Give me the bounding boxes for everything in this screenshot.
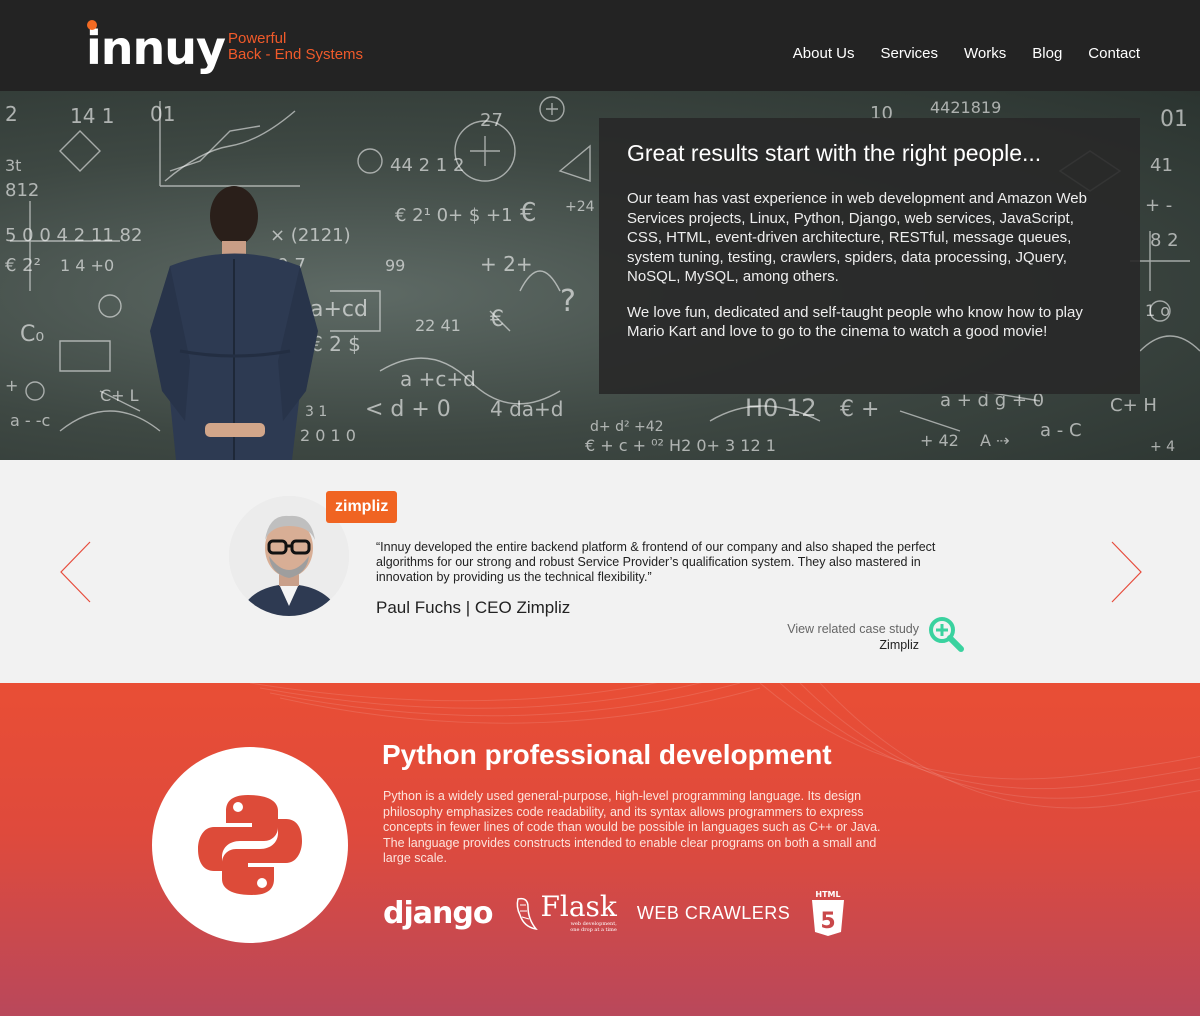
tagline-line2: Back - End Systems bbox=[228, 46, 364, 63]
svg-text:€ 2¹ 0+ $ +1: € 2¹ 0+ $ +1 bbox=[395, 205, 513, 226]
svg-text:99: 99 bbox=[385, 256, 405, 275]
svg-text:4421819: 4421819 bbox=[930, 98, 1001, 117]
svg-text:8 2: 8 2 bbox=[1150, 230, 1179, 251]
svg-text:+: + bbox=[5, 376, 18, 395]
html5-number: 5 bbox=[821, 909, 836, 934]
hero-text-box: Great results start with the right peopl… bbox=[599, 118, 1140, 394]
python-section-title: Python professional development bbox=[382, 739, 832, 770]
svg-text:d+ d² +42: d+ d² +42 bbox=[590, 419, 664, 435]
tagline-line1: Powerful bbox=[228, 30, 287, 47]
svg-text:a - -c: a - -c bbox=[10, 411, 50, 430]
svg-text:C+ L: C+ L bbox=[100, 386, 139, 405]
svg-text:€: € bbox=[520, 198, 537, 228]
svg-text:+ 42: + 42 bbox=[920, 431, 959, 450]
svg-text:2 0 1 0: 2 0 1 0 bbox=[300, 426, 356, 445]
tagline: Powerful Back - End Systems bbox=[228, 31, 363, 63]
svg-text:3 1: 3 1 bbox=[305, 404, 327, 420]
chevron-right-icon[interactable] bbox=[1104, 540, 1144, 604]
nav-contact[interactable]: Contact bbox=[1088, 45, 1140, 62]
svg-text:+ -: + - bbox=[1145, 195, 1172, 216]
svg-text:C₀: C₀ bbox=[20, 322, 44, 347]
svg-text:3t: 3t bbox=[5, 156, 21, 175]
svg-text:01: 01 bbox=[1160, 107, 1188, 132]
html5-label: HTML bbox=[816, 890, 841, 899]
logo-dot bbox=[87, 20, 97, 30]
testimonial-slider: zimpliz “Innuy developed the entire back… bbox=[0, 460, 1200, 683]
main-nav: About Us Services Works Blog Contact bbox=[793, 45, 1140, 62]
svg-text:4 da+d: 4 da+d bbox=[490, 397, 564, 421]
hero-title: Great results start with the right peopl… bbox=[627, 140, 1042, 166]
chevron-left-icon[interactable] bbox=[58, 540, 98, 604]
svg-text:< d + 0: < d + 0 bbox=[365, 397, 451, 422]
logo-text: innuy bbox=[86, 21, 226, 75]
case-study-name[interactable]: Zimpliz bbox=[787, 637, 919, 653]
site-header: innuy Powerful Back - End Systems About … bbox=[0, 0, 1200, 91]
tech-logos-row: django Flask web development, one drop a… bbox=[383, 887, 846, 939]
svg-text:5 0 0 4 2 11 82: 5 0 0 4 2 11 82 bbox=[5, 225, 142, 246]
svg-text:× (2121): × (2121) bbox=[270, 225, 351, 246]
svg-text:44 2 1 2: 44 2 1 2 bbox=[390, 155, 464, 176]
svg-text:€ 2 $: € 2 $ bbox=[310, 332, 361, 356]
testimonial-quote: “Innuy developed the entire backend plat… bbox=[376, 540, 936, 584]
web-crawlers-label: WEB CRAWLERS bbox=[636, 902, 791, 923]
svg-text:01: 01 bbox=[150, 102, 175, 126]
company-badge-zimpliz: zimpliz bbox=[326, 491, 398, 523]
svg-text:€ 2²: € 2² bbox=[5, 255, 41, 276]
svg-text:€ +: € + bbox=[840, 397, 879, 422]
hero-paragraph-1: Our team has vast experience in web deve… bbox=[627, 190, 1087, 285]
python-logo-circle bbox=[152, 747, 348, 943]
testimonial-author: Paul Fuchs | CEO Zimpliz bbox=[376, 598, 571, 617]
svg-text:a - C: a - C bbox=[1040, 420, 1082, 441]
flask-word: Flask bbox=[540, 890, 617, 923]
svg-text:1 o: 1 o bbox=[1145, 301, 1170, 320]
svg-text:1 4 +0: 1 4 +0 bbox=[60, 256, 114, 275]
innuy-logo[interactable]: innuy bbox=[86, 20, 226, 76]
svg-text:a+cd: a+cd bbox=[310, 297, 368, 322]
django-logo: django bbox=[383, 895, 493, 931]
flask-logo: Flask web development, one drop at a tim… bbox=[514, 890, 617, 933]
svg-text:€: € bbox=[490, 307, 504, 332]
python-logo-icon bbox=[198, 795, 302, 895]
svg-text:41: 41 bbox=[1150, 155, 1173, 176]
python-section: Python professional development Python i… bbox=[0, 683, 1200, 1016]
hero-paragraph-2: We love fun, dedicated and self-taught p… bbox=[627, 303, 1083, 341]
svg-text:22 41: 22 41 bbox=[415, 316, 461, 335]
zoom-plus-icon[interactable] bbox=[927, 615, 965, 653]
svg-text:?: ? bbox=[560, 284, 576, 319]
hero-banner: 2 14 1 01 27 10 4421819 01 3t 812 5 0 0 … bbox=[0, 91, 1200, 460]
svg-text:H0 12: H0 12 bbox=[745, 394, 816, 422]
nav-works[interactable]: Works bbox=[964, 45, 1006, 62]
svg-text:C+ H: C+ H bbox=[1110, 395, 1157, 416]
svg-text:+ 2+: + 2+ bbox=[480, 252, 533, 276]
svg-text:812: 812 bbox=[5, 180, 39, 201]
svg-text:+ 4: + 4 bbox=[1150, 439, 1175, 455]
svg-text:27: 27 bbox=[480, 110, 503, 131]
svg-text:+24: +24 bbox=[565, 199, 595, 215]
nav-services[interactable]: Services bbox=[881, 45, 939, 62]
nav-about-us[interactable]: About Us bbox=[793, 45, 855, 62]
svg-text:€ + c + ⁰² H2 0+ 3 12 1: € + c + ⁰² H2 0+ 3 12 1 bbox=[585, 436, 776, 455]
flask-subtitle-2: one drop at a time bbox=[570, 927, 617, 933]
case-study-label[interactable]: View related case study bbox=[787, 621, 919, 637]
svg-text:14 1: 14 1 bbox=[70, 104, 115, 128]
case-study-link[interactable]: View related case study Zimpliz bbox=[787, 621, 919, 653]
svg-text:a +c+d: a +c+d bbox=[400, 367, 476, 391]
nav-blog[interactable]: Blog bbox=[1032, 45, 1062, 62]
flask-horn-icon bbox=[517, 897, 539, 931]
svg-text:2: 2 bbox=[5, 102, 18, 126]
python-description: Python is a widely used general-purpose,… bbox=[383, 789, 881, 865]
html5-icon: HTML 5 bbox=[810, 889, 846, 937]
svg-text:A ⇢: A ⇢ bbox=[980, 431, 1009, 450]
